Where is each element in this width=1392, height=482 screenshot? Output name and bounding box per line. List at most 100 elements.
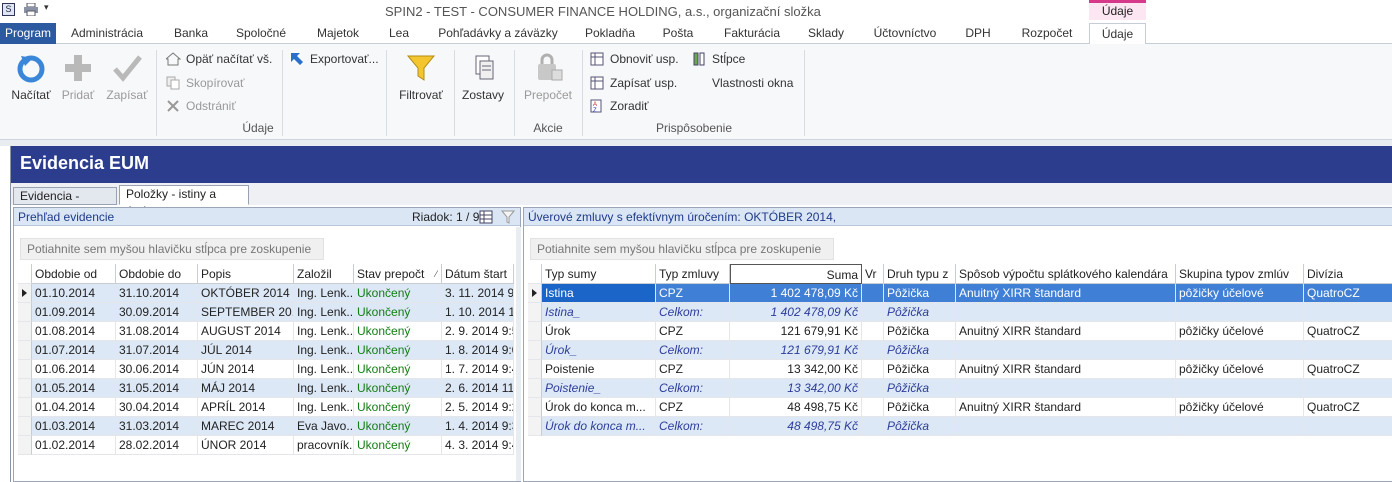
column-header[interactable]: Typ sumy <box>542 264 656 284</box>
table-cell[interactable]: 1. 4. 2014 9:31 <box>442 417 514 436</box>
column-header[interactable]: Stav prepočt ⁄ <box>354 264 442 284</box>
table-row[interactable]: 01.06.2014 30.06.2014 JÚN 2014 Ing. Lenk...… <box>18 360 514 379</box>
column-header[interactable]: Dátum štart <box>442 264 514 284</box>
refresh-settings-button[interactable]: Obnoviť usp. <box>590 50 679 68</box>
column-header[interactable]: Obdobie do <box>116 264 198 284</box>
add-button[interactable]: Pridať <box>58 52 98 102</box>
export-button[interactable]: Exportovať... <box>290 50 379 68</box>
table-row[interactable]: Istina CPZ 1 402 478,09 Kč Pôžička Anuitný X… <box>528 284 1392 303</box>
table-cell[interactable] <box>1304 341 1392 360</box>
row-indicator[interactable] <box>528 379 542 398</box>
table-row[interactable]: 01.04.2014 30.04.2014 APRÍL 2014 Ing. Lenk.… <box>18 398 514 417</box>
row-indicator[interactable] <box>528 322 542 341</box>
print-icon[interactable] <box>24 3 38 16</box>
tab-banka[interactable]: Banka <box>164 23 218 44</box>
tab-lea[interactable]: Lea <box>380 23 418 44</box>
table-cell[interactable] <box>862 341 884 360</box>
table-row[interactable]: 01.07.2014 31.07.2014 JÚL 2014 Ing. Lenk...… <box>18 341 514 360</box>
table-cell[interactable]: QuatroCZ <box>1304 360 1392 379</box>
table-row[interactable]: 01.02.2014 28.02.2014 ÚNOR 2014 pracovník..… <box>18 436 514 455</box>
table-cell[interactable]: Pôžička <box>884 341 956 360</box>
grid-view-icon[interactable] <box>479 210 493 224</box>
table-cell[interactable] <box>1176 417 1304 436</box>
reload-all-button[interactable]: Opäť načítať vš. <box>166 50 272 68</box>
tab-pohladavky[interactable]: Pohľadávky a záväzky <box>428 23 568 44</box>
load-button[interactable]: Načítať <box>8 52 54 102</box>
column-header[interactable]: Spôsob výpočtu splátkového kalendára <box>956 264 1176 284</box>
table-cell[interactable] <box>862 322 884 341</box>
table-cell[interactable] <box>956 417 1176 436</box>
table-cell[interactable]: Ing. Lenk... <box>294 341 354 360</box>
tab-rozpocet[interactable]: Rozpočet <box>1010 23 1084 44</box>
table-cell[interactable]: Ukončený <box>354 341 442 360</box>
table-cell[interactable] <box>1176 303 1304 322</box>
row-indicator[interactable] <box>528 341 542 360</box>
table-cell[interactable] <box>862 398 884 417</box>
tab-dph[interactable]: DPH <box>956 23 1000 44</box>
table-cell[interactable]: QuatroCZ <box>1304 322 1392 341</box>
tab-pokladna[interactable]: Pokladňa <box>578 23 642 44</box>
row-indicator[interactable] <box>18 398 32 417</box>
column-header[interactable]: Suma <box>730 264 862 284</box>
delete-button[interactable]: Odstrániť <box>166 97 236 115</box>
row-indicator[interactable] <box>18 303 32 322</box>
tab-posta[interactable]: Pošta <box>652 23 704 44</box>
copy-button[interactable]: Skopírovať <box>166 74 245 92</box>
table-cell[interactable]: Ing. Lenk... <box>294 303 354 322</box>
table-cell[interactable]: 4. 3. 2014 9:43 <box>442 436 514 455</box>
table-cell[interactable]: 31.07.2014 <box>116 341 198 360</box>
table-cell[interactable]: pôžičky účelové <box>1176 284 1304 303</box>
table-cell[interactable]: Ukončený <box>354 379 442 398</box>
table-row[interactable]: Poistenie_ Celkom: 13 342,00 Kč Pôžička <box>528 379 1392 398</box>
table-cell[interactable]: 01.05.2014 <box>32 379 116 398</box>
left-scrollbar[interactable] <box>516 227 521 481</box>
table-cell[interactable]: Úrok do konca m... <box>542 417 656 436</box>
table-cell[interactable]: 2. 9. 2014 9:57 <box>442 322 514 341</box>
row-indicator[interactable] <box>528 417 542 436</box>
table-cell[interactable] <box>862 379 884 398</box>
table-cell[interactable]: Ukončený <box>354 436 442 455</box>
table-row[interactable]: 01.05.2014 31.05.2014 MÁJ 2014 Ing. Lenk...… <box>18 379 514 398</box>
table-cell[interactable]: Anuitný XIRR štandard <box>956 284 1176 303</box>
window-props-button[interactable]: Vlastnosti okna <box>692 74 793 92</box>
table-cell[interactable] <box>1304 417 1392 436</box>
reports-button[interactable]: Zostavy <box>458 52 508 102</box>
table-cell[interactable]: 2. 6. 2014 11:4 <box>442 379 514 398</box>
table-cell[interactable]: Úrok do konca m... <box>542 398 656 417</box>
table-cell[interactable]: 01.09.2014 <box>32 303 116 322</box>
tab-administracia[interactable]: Administrácia <box>60 23 154 44</box>
table-cell[interactable]: 01.03.2014 <box>32 417 116 436</box>
table-row[interactable]: Poistenie CPZ 13 342,00 Kč Pôžička Anuitný X… <box>528 360 1392 379</box>
group-by-area[interactable]: Potiahnite sem myšou hlavičku stĺpca pre… <box>20 238 324 260</box>
table-cell[interactable]: 31.05.2014 <box>116 379 198 398</box>
table-cell[interactable]: 28.02.2014 <box>116 436 198 455</box>
table-cell[interactable]: 01.02.2014 <box>32 436 116 455</box>
recalc-button[interactable]: Prepočet <box>520 52 576 102</box>
tab-fakturacia[interactable]: Fakturácia <box>712 23 792 44</box>
quick-access-dropdown-icon[interactable]: ▾ <box>44 2 49 13</box>
table-cell[interactable]: SEPTEMBER 20... <box>198 303 294 322</box>
table-cell[interactable]: Celkom: <box>656 341 730 360</box>
column-header[interactable]: Skupina typov zmlúv <box>1176 264 1304 284</box>
row-indicator[interactable] <box>18 341 32 360</box>
row-indicator[interactable] <box>18 322 32 341</box>
table-cell[interactable]: 3. 11. 2014 9:4 <box>442 284 514 303</box>
save-button[interactable]: Zapísať <box>104 52 150 102</box>
table-cell[interactable] <box>862 417 884 436</box>
column-header[interactable]: Typ zmluvy <box>656 264 730 284</box>
table-cell[interactable]: Celkom: <box>656 303 730 322</box>
row-indicator[interactable] <box>18 379 32 398</box>
table-cell[interactable]: 01.06.2014 <box>32 360 116 379</box>
table-cell[interactable]: Ing. Lenk... <box>294 398 354 417</box>
table-cell[interactable]: Pôžička <box>884 360 956 379</box>
table-cell[interactable]: Istina <box>542 284 656 303</box>
table-cell[interactable]: AUGUST 2014 <box>198 322 294 341</box>
column-header[interactable]: Druh typu z <box>884 264 956 284</box>
table-cell[interactable]: Ing. Lenk... <box>294 284 354 303</box>
table-cell[interactable]: 13 342,00 Kč <box>730 360 862 379</box>
tab-uctovnictvo[interactable]: Účtovníctvo <box>862 23 948 44</box>
table-cell[interactable]: Anuitný XIRR štandard <box>956 322 1176 341</box>
tab-udaje[interactable]: Údaje <box>1089 23 1146 45</box>
table-cell[interactable]: Ukončený <box>354 303 442 322</box>
table-cell[interactable]: CPZ <box>656 398 730 417</box>
